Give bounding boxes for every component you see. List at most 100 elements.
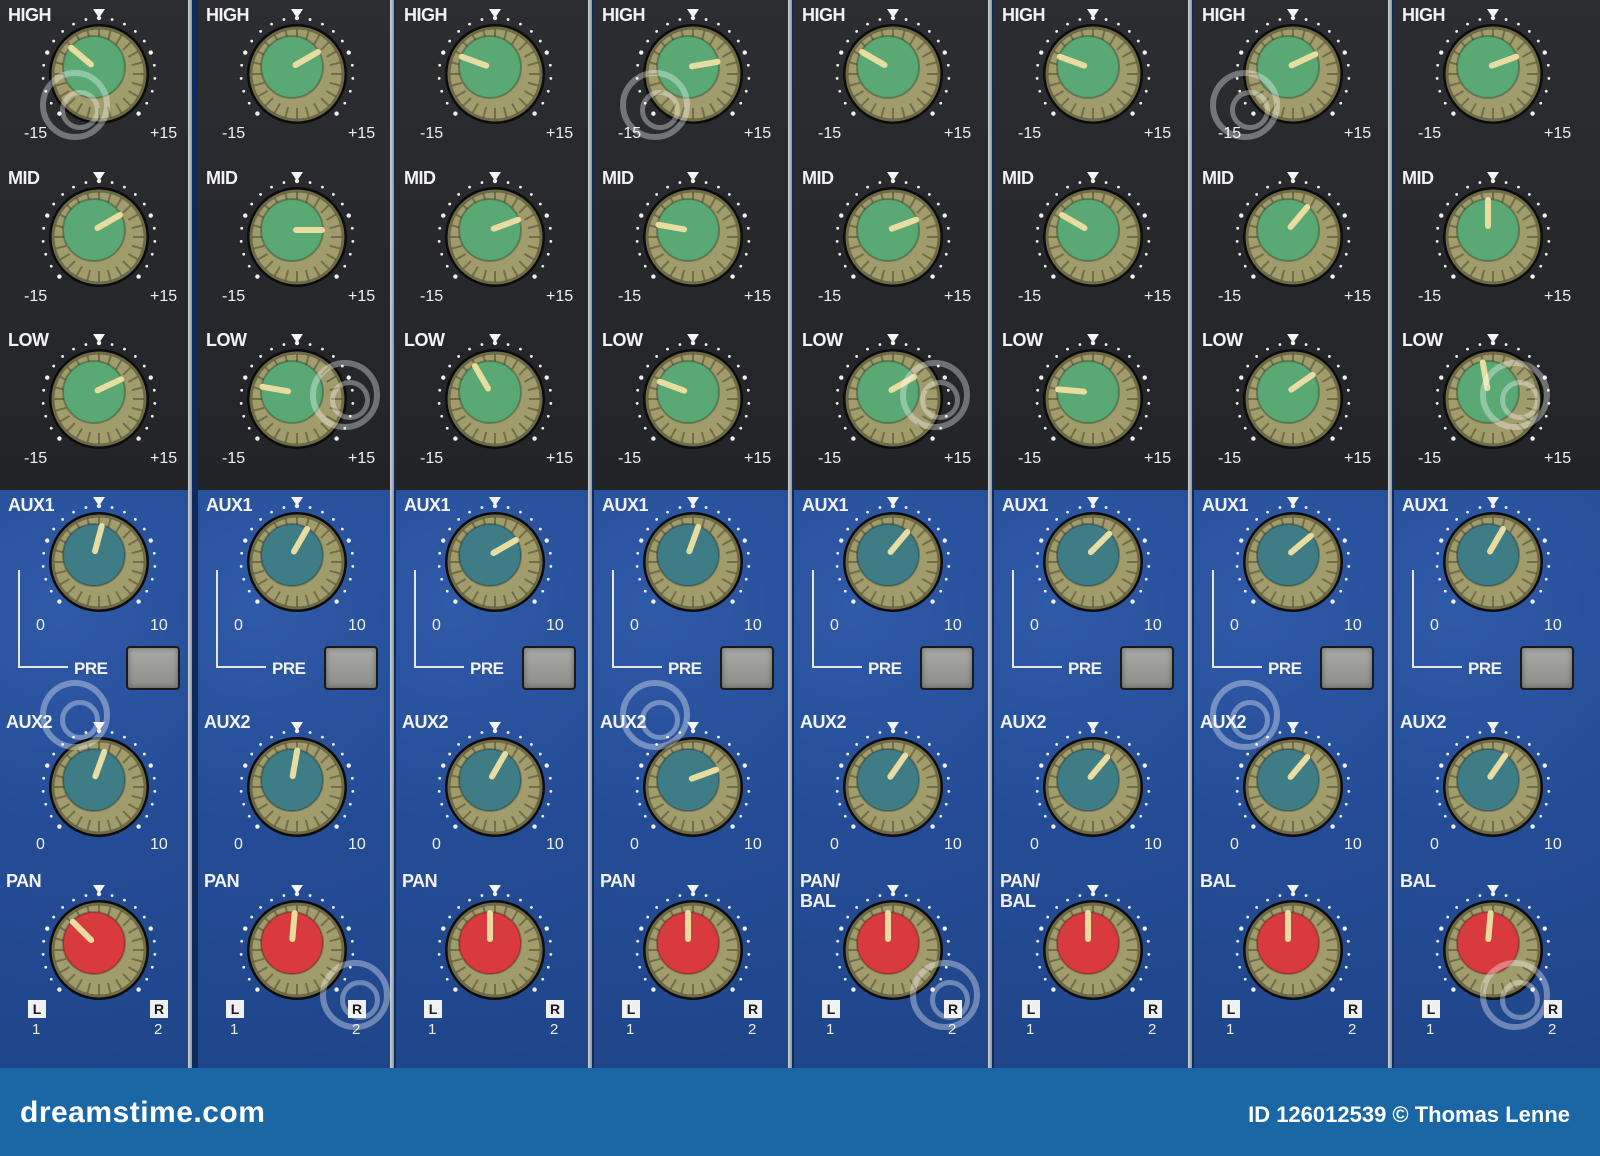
pan-knob[interactable]	[41, 885, 157, 1005]
eq-knob[interactable]	[1035, 334, 1151, 454]
eq-max-label: +15	[348, 288, 376, 305]
eq-knob[interactable]	[635, 334, 751, 454]
pre-bracket	[18, 570, 68, 668]
aux2-max-label: 10	[348, 836, 366, 853]
eq-max-label: +15	[1344, 450, 1372, 467]
pan-label: PAN/ BAL	[800, 871, 840, 911]
strip-divider	[588, 0, 592, 1068]
aux2-knob[interactable]	[1435, 722, 1551, 842]
eq-min-label: -15	[24, 125, 48, 142]
channel-strip: HIGH -15 +15 MID -15 +15 LOW -15 +15 AUX1 0 10 PRE AU…	[1194, 0, 1392, 1068]
aux2-knob[interactable]	[239, 722, 355, 842]
pre-button[interactable]	[1120, 646, 1174, 690]
footer-brand: dreamstime.com	[20, 1096, 266, 1129]
pan-left-label: L	[1222, 1000, 1240, 1018]
watermark-swirl-icon	[900, 360, 970, 430]
eq-min-label: -15	[222, 125, 246, 142]
footer-credit: ID 126012539 © Thomas Lenne	[1248, 1102, 1570, 1127]
pan-right-number: 2	[154, 1021, 163, 1038]
eq-label: LOW	[1202, 330, 1243, 350]
pre-button[interactable]	[1520, 646, 1574, 690]
pan-left-number: 1	[1226, 1021, 1235, 1038]
watermark-swirl-icon	[1480, 960, 1550, 1030]
eq-label: MID	[8, 168, 40, 188]
eq-knob[interactable]	[1235, 172, 1351, 292]
eq-max-label: +15	[1544, 450, 1572, 467]
pan-knob[interactable]	[1035, 885, 1151, 1005]
aux2-min-label: 0	[630, 836, 639, 853]
aux2-label: AUX2	[402, 712, 449, 732]
eq-label: LOW	[602, 330, 643, 350]
pre-button[interactable]	[720, 646, 774, 690]
watermark-swirl-icon	[320, 960, 390, 1030]
aux2-min-label: 0	[234, 836, 243, 853]
eq-label: MID	[802, 168, 834, 188]
aux2-max-label: 10	[546, 836, 564, 853]
eq-knob[interactable]	[835, 172, 951, 292]
eq-knob[interactable]	[41, 334, 157, 454]
eq-knob[interactable]	[437, 334, 553, 454]
watermark-swirl-icon	[620, 680, 690, 750]
eq-knob[interactable]	[1035, 172, 1151, 292]
pre-label: PRE	[470, 659, 504, 678]
aux2-knob[interactable]	[41, 722, 157, 842]
pan-knob[interactable]	[635, 885, 751, 1005]
pan-knob[interactable]	[437, 885, 553, 1005]
eq-max-label: +15	[1144, 288, 1172, 305]
pan-knob[interactable]	[1235, 885, 1351, 1005]
eq-min-label: -15	[1018, 125, 1042, 142]
pre-button[interactable]	[522, 646, 576, 690]
aux2-min-label: 0	[1230, 836, 1239, 853]
eq-max-label: +15	[944, 288, 972, 305]
watermark-swirl-icon	[910, 960, 980, 1030]
aux2-min-label: 0	[1430, 836, 1439, 853]
channel-strip: HIGH -15 +15 MID -15 +15 LOW -15 +15 AUX1 0 10 PRE AU…	[1394, 0, 1600, 1068]
eq-label: MID	[404, 168, 436, 188]
eq-max-label: +15	[1544, 288, 1572, 305]
pan-right-number: 2	[748, 1021, 757, 1038]
eq-min-label: -15	[1218, 288, 1242, 305]
aux1-max-label: 10	[1144, 617, 1162, 634]
pre-button[interactable]	[1320, 646, 1374, 690]
eq-knob[interactable]	[437, 172, 553, 292]
eq-knob[interactable]	[635, 172, 751, 292]
aux2-min-label: 0	[432, 836, 441, 853]
pre-label: PRE	[1268, 659, 1302, 678]
aux2-min-label: 0	[36, 836, 45, 853]
eq-knob[interactable]	[239, 9, 355, 129]
eq-knob[interactable]	[835, 9, 951, 129]
eq-knob[interactable]	[41, 172, 157, 292]
aux2-label: AUX2	[1000, 712, 1047, 732]
eq-knob[interactable]	[1435, 9, 1551, 129]
pre-button[interactable]	[920, 646, 974, 690]
watermark-swirl-icon	[1480, 360, 1550, 430]
eq-max-label: +15	[1144, 450, 1172, 467]
pre-button[interactable]	[324, 646, 378, 690]
channel-strip: HIGH -15 +15 MID -15 +15 LOW -15 +15 AUX1 0 10 PRE AU…	[794, 0, 992, 1068]
eq-min-label: -15	[1418, 125, 1442, 142]
eq-knob[interactable]	[1235, 334, 1351, 454]
pre-button[interactable]	[126, 646, 180, 690]
watermark-footer: dreamstime.com ID 126012539 © Thomas Len…	[0, 1068, 1600, 1156]
pan-left-label: L	[424, 1000, 442, 1018]
eq-min-label: -15	[1418, 288, 1442, 305]
aux2-knob[interactable]	[437, 722, 553, 842]
pan-left-number: 1	[626, 1021, 635, 1038]
aux2-knob[interactable]	[835, 722, 951, 842]
eq-label: LOW	[1002, 330, 1043, 350]
aux1-max-label: 10	[348, 617, 366, 634]
eq-knob[interactable]	[239, 172, 355, 292]
aux2-knob[interactable]	[1035, 722, 1151, 842]
eq-knob[interactable]	[1035, 9, 1151, 129]
eq-knob[interactable]	[1435, 172, 1551, 292]
eq-min-label: -15	[1418, 450, 1442, 467]
eq-max-label: +15	[1544, 125, 1572, 142]
pre-label: PRE	[1068, 659, 1102, 678]
pan-label: PAN	[600, 871, 636, 891]
eq-max-label: +15	[744, 288, 772, 305]
pan-left-number: 1	[1426, 1021, 1435, 1038]
pre-label: PRE	[668, 659, 702, 678]
pan-right-label: R	[744, 1000, 762, 1018]
strip-divider	[188, 0, 192, 1068]
eq-knob[interactable]	[437, 9, 553, 129]
